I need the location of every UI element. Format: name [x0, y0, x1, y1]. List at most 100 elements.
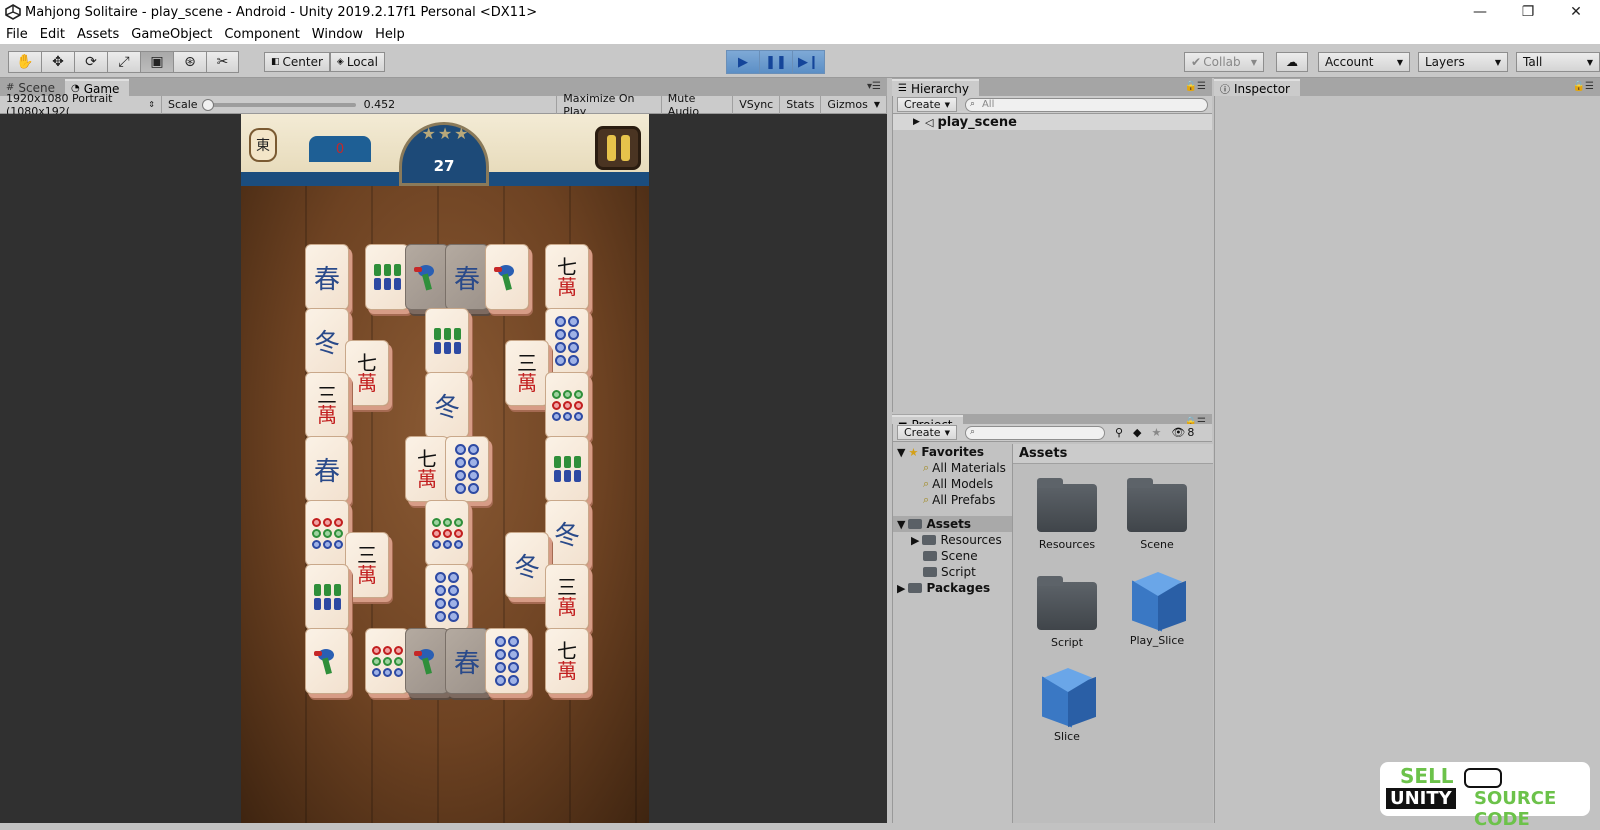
asset-scene[interactable]: Scene [1117, 478, 1197, 551]
mahjong-tile[interactable]: 冬 [505, 532, 549, 598]
game-view[interactable]: 東 0 27 ★★★ 春 春 七萬 冬 七萬 三萬 三萬 冬 春 七萬 冬 三萬… [0, 114, 887, 823]
gizmos-dropdown[interactable]: Gizmos ▼ [821, 95, 888, 114]
filter-label-icon[interactable]: ◆ [1133, 426, 1141, 439]
tree-assets[interactable]: ▼ Assets [893, 516, 1012, 532]
mahjong-tile[interactable] [545, 372, 589, 438]
mahjong-tile[interactable]: 七萬 [345, 340, 389, 406]
pause-game-button[interactable] [595, 126, 641, 170]
mahjong-tile[interactable] [305, 564, 349, 630]
resolution-dropdown[interactable]: 1920x1080 Portrait (1080x192(⇕ [0, 92, 162, 118]
close-icon[interactable]: ✕ [1552, 0, 1600, 24]
layers-dropdown[interactable]: Layers ▼ [1418, 52, 1508, 72]
step-button[interactable]: ▶❙ [792, 50, 825, 74]
mahjong-tile[interactable] [445, 436, 489, 502]
rect-tool-button[interactable]: ▣ [140, 51, 173, 73]
mahjong-tile[interactable] [425, 564, 469, 630]
scale-slider-handle[interactable] [201, 98, 214, 111]
mahjong-tile[interactable] [485, 628, 529, 694]
menu-component[interactable]: Component [224, 27, 299, 42]
pause-button[interactable]: ❚❚ [759, 50, 792, 74]
hand-tool-button[interactable]: ✋ [8, 51, 41, 73]
tree-scene[interactable]: Scene [893, 548, 1012, 564]
mahjong-tile[interactable] [425, 500, 469, 566]
filter-type-icon[interactable]: ⚲ [1115, 426, 1123, 439]
hint-tile-button[interactable]: 東 [249, 128, 277, 162]
mahjong-tile[interactable]: 三萬 [545, 564, 589, 630]
pivot-center-button[interactable]: ◧ Center [264, 52, 330, 72]
mahjong-tile[interactable] [365, 244, 409, 310]
menu-window[interactable]: Window [312, 27, 363, 42]
asset-slice[interactable]: Slice [1027, 668, 1107, 743]
vsync-toggle[interactable]: VSync [733, 95, 781, 114]
play-button[interactable]: ▶ [726, 50, 759, 74]
menu-assets[interactable]: Assets [77, 27, 119, 42]
tree-all-models[interactable]: ⌕ All Models [893, 476, 1012, 492]
tree-packages[interactable]: ▶ Packages [893, 580, 1012, 596]
mahjong-tile[interactable]: 冬 [545, 500, 589, 566]
mahjong-tile[interactable]: 三萬 [345, 532, 389, 598]
mahjong-tile[interactable]: 春 [305, 436, 349, 502]
hidden-eye-icon[interactable]: 👁 [1171, 426, 1185, 439]
mahjong-tile[interactable] [365, 628, 409, 694]
mahjong-tile[interactable] [545, 436, 589, 502]
scale-tool-button[interactable]: ⤢ [107, 51, 140, 73]
tree-resources[interactable]: ▶ Resources [893, 532, 1012, 548]
mahjong-tile[interactable]: 七萬 [405, 436, 449, 502]
collab-dropdown[interactable]: ✔ Collab ▼ [1184, 52, 1264, 72]
mahjong-tile[interactable]: 七萬 [545, 628, 589, 694]
hierarchy-search-input[interactable]: ⌕ All [964, 97, 1208, 112]
asset-script[interactable]: Script [1027, 576, 1107, 649]
mahjong-tile[interactable]: 春 [445, 628, 489, 694]
cloud-button[interactable]: ☁ [1276, 52, 1308, 72]
project-create-button[interactable]: Create ▼ [897, 425, 957, 440]
pivot-local-button[interactable]: ◈ Local [329, 52, 385, 72]
layout-dropdown[interactable]: Tall ▼ [1516, 52, 1600, 72]
tab-hierarchy[interactable]: ☰ Hierarchy [892, 79, 979, 96]
tab-inspector[interactable]: ⓘ Inspector [1214, 79, 1300, 96]
menu-edit[interactable]: Edit [40, 27, 65, 42]
move-tool-button[interactable]: ✥ [41, 51, 74, 73]
mahjong-tile[interactable] [305, 628, 349, 694]
asset-resources[interactable]: Resources [1027, 478, 1107, 551]
mahjong-tile[interactable]: 三萬 [505, 340, 549, 406]
mahjong-tile[interactable] [305, 500, 349, 566]
scale-slider[interactable] [201, 98, 356, 111]
mute-audio-toggle[interactable]: Mute Audio [662, 92, 734, 118]
menu-gameobject[interactable]: GameObject [131, 27, 212, 42]
mahjong-tile[interactable]: 七萬 [545, 244, 589, 310]
mahjong-tile[interactable]: 三萬 [305, 372, 349, 438]
favorite-star-icon[interactable]: ★ [1151, 426, 1161, 439]
menu-file[interactable]: File [6, 27, 28, 42]
mahjong-tile[interactable] [425, 308, 469, 374]
mahjong-tile[interactable] [545, 308, 589, 374]
custom-tool-button[interactable]: ✂ [206, 51, 239, 73]
tree-script[interactable]: Script [893, 564, 1012, 580]
mahjong-tile[interactable]: 冬 [305, 308, 349, 374]
scene-root-row[interactable]: ▶ ◁ play_scene [893, 114, 1212, 130]
project-search-input[interactable]: ⌕ [964, 425, 1105, 440]
lock-menu-icon[interactable]: 🔒☰ [1185, 81, 1206, 92]
hierarchy-create-button[interactable]: Create ▼ [897, 97, 957, 112]
mahjong-tile[interactable] [405, 244, 449, 310]
restore-icon[interactable]: ❐ [1504, 0, 1552, 24]
account-dropdown[interactable]: Account ▼ [1318, 52, 1410, 72]
tree-all-prefabs[interactable]: ⌕ All Prefabs [893, 492, 1012, 508]
tree-all-materials[interactable]: ⌕ All Materials [893, 460, 1012, 476]
mahjong-tile[interactable] [405, 628, 449, 694]
expand-arrow-icon[interactable]: ▶ [911, 534, 919, 547]
mahjong-tile[interactable] [485, 244, 529, 310]
game-screen[interactable]: 東 0 27 ★★★ 春 春 七萬 冬 七萬 三萬 三萬 冬 春 七萬 冬 三萬… [241, 114, 649, 823]
maximize-on-play-toggle[interactable]: Maximize On Play [556, 92, 662, 118]
asset-play-slice[interactable]: Play_Slice [1117, 572, 1197, 647]
stats-toggle[interactable]: Stats [780, 95, 822, 114]
mahjong-tile[interactable]: 春 [305, 244, 349, 310]
lock-menu-icon[interactable]: 🔒☰ [1573, 81, 1594, 92]
panel-menu-icon[interactable]: ▾☰ [867, 81, 881, 92]
mahjong-tile[interactable]: 冬 [425, 372, 469, 438]
transform-tool-button[interactable]: ⊛ [173, 51, 206, 73]
menu-help[interactable]: Help [375, 27, 405, 42]
expand-arrow-icon[interactable]: ▶ [913, 117, 920, 127]
minimize-icon[interactable]: — [1456, 0, 1504, 24]
expand-arrow-icon[interactable]: ▶ [897, 582, 905, 595]
expand-arrow-icon[interactable]: ▼ [897, 446, 905, 459]
